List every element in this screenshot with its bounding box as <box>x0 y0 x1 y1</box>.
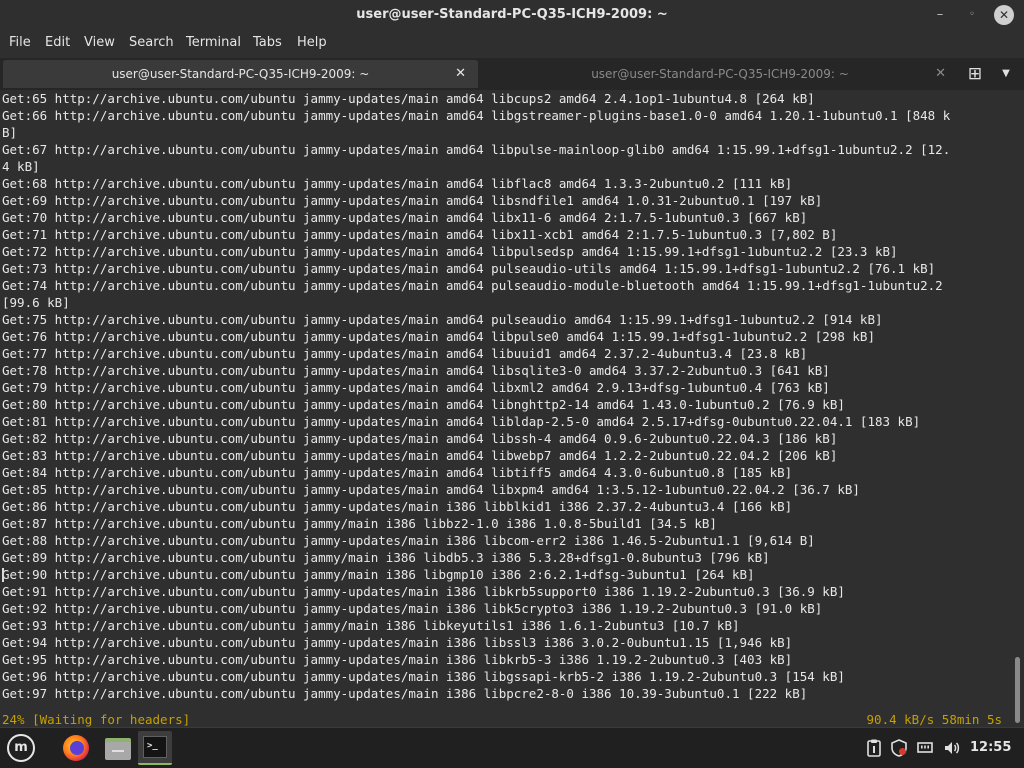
terminal-line: [99.6 kB] <box>2 295 70 310</box>
terminal-line: Get:86 http://archive.ubuntu.com/ubuntu … <box>2 499 793 514</box>
terminal-line: B] <box>2 125 18 140</box>
firefox-launcher[interactable] <box>59 731 93 765</box>
terminal-scrollbar[interactable] <box>1012 90 1024 727</box>
close-window-icon[interactable]: ✕ <box>994 5 1014 25</box>
terminal-line: Get:68 http://archive.ubuntu.com/ubuntu … <box>2 176 793 191</box>
terminal-line: Get:77 http://archive.ubuntu.com/ubuntu … <box>2 346 808 361</box>
terminal-line: Get:95 http://archive.ubuntu.com/ubuntu … <box>2 652 793 667</box>
terminal-line: Get:96 http://archive.ubuntu.com/ubuntu … <box>2 669 845 684</box>
terminal-line: Get:70 http://archive.ubuntu.com/ubuntu … <box>2 210 808 225</box>
terminal-line: Get:92 http://archive.ubuntu.com/ubuntu … <box>2 601 823 616</box>
terminal-line: Get:80 http://archive.ubuntu.com/ubuntu … <box>2 397 845 412</box>
tab-terminal-2[interactable]: user@user-Standard-PC-Q35-ICH9-2009: ~ ✕ <box>482 60 958 88</box>
terminal-line: Get:79 http://archive.ubuntu.com/ubuntu … <box>2 380 830 395</box>
terminal-line: Get:75 http://archive.ubuntu.com/ubuntu … <box>2 312 883 327</box>
menu-edit[interactable]: Edit <box>44 30 71 56</box>
terminal-line: Get:78 http://archive.ubuntu.com/ubuntu … <box>2 363 830 378</box>
firefox-globe <box>70 741 84 755</box>
scrollbar-thumb[interactable] <box>1015 657 1020 723</box>
linux-mint-menu-icon: m <box>7 734 35 762</box>
terminal-line: Get:73 http://archive.ubuntu.com/ubuntu … <box>2 261 936 276</box>
terminal-line: Get:90 http://archive.ubuntu.com/ubuntu … <box>2 567 755 582</box>
minimize-icon[interactable]: – <box>930 5 950 25</box>
terminal-line: Get:91 http://archive.ubuntu.com/ubuntu … <box>2 584 845 599</box>
terminal-line: 4 kB] <box>2 159 40 174</box>
terminal-line: Get:69 http://archive.ubuntu.com/ubuntu … <box>2 193 823 208</box>
terminal-line: Get:65 http://archive.ubuntu.com/ubuntu … <box>2 91 815 106</box>
terminal-line: Get:94 http://archive.ubuntu.com/ubuntu … <box>2 635 793 650</box>
tab-close-icon[interactable]: ✕ <box>935 60 946 88</box>
terminal-line: Get:97 http://archive.ubuntu.com/ubuntu … <box>2 686 808 701</box>
clipboard-icon[interactable] <box>864 738 884 758</box>
terminal-line: Get:87 http://archive.ubuntu.com/ubuntu … <box>2 516 717 531</box>
terminal-line: Get:82 http://archive.ubuntu.com/ubuntu … <box>2 431 838 446</box>
maximize-icon[interactable]: ◦ <box>962 5 982 25</box>
new-tab-icon[interactable]: ⊞ <box>964 63 986 85</box>
menu-file[interactable]: File <box>8 30 32 56</box>
tab-close-icon[interactable]: ✕ <box>455 60 466 88</box>
terminal-line: Get:81 http://archive.ubuntu.com/ubuntu … <box>2 414 921 429</box>
download-speed-eta: 90.4 kB/s 58min 5s <box>866 712 1002 727</box>
terminal-line: Get:67 http://archive.ubuntu.com/ubuntu … <box>2 142 951 157</box>
terminal-line: Get:66 http://archive.ubuntu.com/ubuntu … <box>2 108 951 123</box>
linux-mint-menu-button[interactable]: m <box>4 731 38 765</box>
terminal-line: Get:83 http://archive.ubuntu.com/ubuntu … <box>2 448 838 463</box>
mouse-text-cursor-icon <box>2 568 4 582</box>
menu-tabs[interactable]: Tabs <box>252 30 283 56</box>
tab-menu-chevron-down-icon[interactable]: ▼ <box>996 63 1016 85</box>
terminal-output[interactable]: Get:65 http://archive.ubuntu.com/ubuntu … <box>0 90 1012 727</box>
terminal-text: Get:65 http://archive.ubuntu.com/ubuntu … <box>0 90 1012 702</box>
shield-icon[interactable] <box>889 738 909 758</box>
window-title: user@user-Standard-PC-Q35-ICH9-2009: ~ <box>356 7 668 22</box>
apt-progress-status: 24% [Waiting for headers] 90.4 kB/s 58mi… <box>2 711 1006 727</box>
terminal-line: Get:74 http://archive.ubuntu.com/ubuntu … <box>2 278 943 293</box>
tab-bar: user@user-Standard-PC-Q35-ICH9-2009: ~ ✕… <box>0 58 1024 90</box>
tab-label: user@user-Standard-PC-Q35-ICH9-2009: ~ <box>591 67 849 81</box>
menu-bar: File Edit View Search Terminal Tabs Help <box>0 30 1024 58</box>
folder-handle <box>112 750 124 752</box>
terminal-taskbar-button[interactable]: >_ <box>138 731 172 765</box>
window-titlebar[interactable]: user@user-Standard-PC-Q35-ICH9-2009: ~ –… <box>0 0 1024 30</box>
terminal-line: Get:89 http://archive.ubuntu.com/ubuntu … <box>2 550 770 565</box>
tab-label: user@user-Standard-PC-Q35-ICH9-2009: ~ <box>111 67 370 81</box>
terminal-line: Get:71 http://archive.ubuntu.com/ubuntu … <box>2 227 838 242</box>
progress-status-text: 24% [Waiting for headers] <box>2 712 191 727</box>
terminal-line: Get:76 http://archive.ubuntu.com/ubuntu … <box>2 329 875 344</box>
terminal-line: Get:72 http://archive.ubuntu.com/ubuntu … <box>2 244 898 259</box>
network-icon[interactable] <box>915 738 935 758</box>
tab-terminal-1[interactable]: user@user-Standard-PC-Q35-ICH9-2009: ~ ✕ <box>3 60 478 88</box>
menu-search[interactable]: Search <box>128 30 175 56</box>
volume-icon[interactable] <box>942 738 962 758</box>
menu-terminal[interactable]: Terminal <box>185 30 242 56</box>
terminal-icon: >_ <box>143 736 167 758</box>
terminal-line: Get:84 http://archive.ubuntu.com/ubuntu … <box>2 465 793 480</box>
terminal-line: Get:85 http://archive.ubuntu.com/ubuntu … <box>2 482 860 497</box>
terminal-line: Get:88 http://archive.ubuntu.com/ubuntu … <box>2 533 815 548</box>
taskbar-clock[interactable]: 12:55 <box>970 728 1011 768</box>
files-launcher[interactable] <box>100 731 134 765</box>
menu-help[interactable]: Help <box>296 30 328 56</box>
taskbar: m >_ 12:55 <box>0 727 1024 768</box>
menu-view[interactable]: View <box>83 30 116 56</box>
terminal-line: Get:93 http://archive.ubuntu.com/ubuntu … <box>2 618 740 633</box>
